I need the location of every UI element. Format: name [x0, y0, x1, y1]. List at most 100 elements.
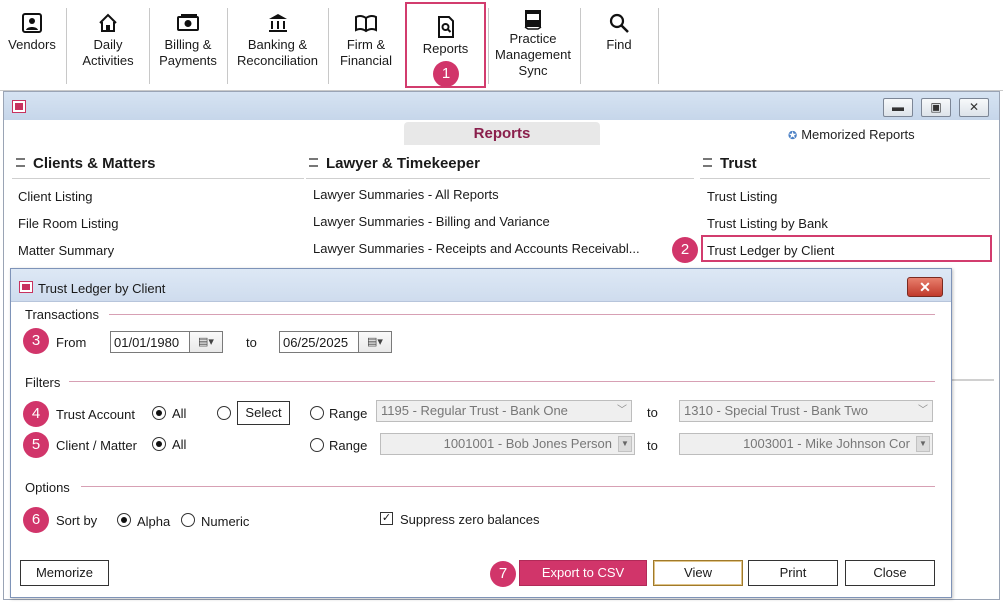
sort-alpha-radio[interactable] [117, 513, 131, 527]
clients-matters-heading: Clients & Matters [16, 155, 156, 172]
app-logo-icon [19, 281, 33, 293]
memorized-reports-link[interactable]: ✪ Memorized Reports [788, 127, 915, 142]
toolbar-separator [328, 8, 329, 84]
toolbar-billing-button[interactable]: Billing & Payments [152, 6, 224, 86]
step-badge-3: 3 [23, 328, 49, 354]
toolbar-daily-activities-button[interactable]: Daily Activities [70, 6, 146, 86]
heading-divider [700, 178, 990, 179]
client-matter-from-combo[interactable]: 1001001 - Bob Jones Person ▼ [380, 433, 635, 455]
memorize-button[interactable]: Memorize [20, 560, 109, 586]
print-button[interactable]: Print [748, 560, 838, 586]
lawyer-timekeeper-title: Lawyer & Timekeeper [326, 155, 480, 172]
toolbar-find-label: Find [606, 37, 632, 52]
step-badge-1: 1 [433, 61, 459, 87]
checkmark-icon: ✓ [381, 512, 392, 524]
close-button[interactable]: Close [845, 560, 935, 586]
reports-window-titlebar: ▬ ▣ ✕ [4, 92, 999, 120]
toolbar-practice-label: Practice Management Sync [495, 31, 571, 78]
client-matter-all-radio[interactable] [152, 437, 166, 451]
toolbar-separator [66, 8, 67, 84]
group-divider [69, 381, 935, 382]
dialog-close-button[interactable]: ✕ [907, 277, 943, 297]
chevron-down-icon: ﹀ [918, 405, 928, 416]
from-date-input[interactable]: 01/01/1980 [110, 331, 190, 353]
transactions-group-label: Transactions [25, 307, 99, 322]
trust-account-select-button[interactable]: Select [237, 401, 290, 425]
dialog-title: Trust Ledger by Client [38, 281, 166, 296]
trust-account-label: Trust Account [56, 407, 135, 422]
toolbar-firm-label: Firm & Financial [339, 37, 393, 68]
toolbar-separator [658, 8, 659, 84]
toolbar-separator [149, 8, 150, 84]
star-icon: ✪ [788, 130, 798, 142]
trust-title: Trust [720, 155, 757, 172]
heading-divider [12, 178, 304, 179]
toolbar-separator [580, 8, 581, 84]
trust-account-range-label: Range [329, 406, 368, 421]
client-range-to-label: to [647, 438, 658, 453]
to-calendar-button[interactable]: ▤▾ [358, 331, 392, 353]
trust-account-from-value: 1195 - Regular Trust - Bank One [381, 403, 568, 418]
client-matter-to-combo[interactable]: 1003001 - Mike Johnson Cor ▼ [679, 433, 933, 455]
suppress-zero-label: Suppress zero balances [400, 512, 540, 527]
toolbar-separator [488, 8, 489, 84]
sort-numeric-label: Numeric [201, 514, 250, 529]
trust-account-to-value: 1310 - Special Trust - Bank Two [684, 403, 869, 418]
from-calendar-button[interactable]: ▤▾ [189, 331, 223, 353]
sort-alpha-label: Alpha [137, 514, 171, 529]
memorized-reports-label: Memorized Reports [801, 127, 915, 142]
toolbar-vendors-button[interactable]: Vendors [4, 6, 60, 86]
dialog-titlebar: Trust Ledger by Client ✕ [11, 269, 951, 302]
filters-group-label: Filters [25, 375, 61, 390]
step-badge-4: 4 [23, 401, 49, 427]
report-trust-ledger-by-client[interactable]: Trust Ledger by Client [707, 243, 834, 258]
export-csv-button[interactable]: Export to CSV [519, 560, 647, 586]
view-button[interactable]: View [653, 560, 743, 586]
open-book-icon [355, 14, 377, 33]
calendar-dropdown-icon: ▤▾ [198, 336, 214, 348]
lawyer-timekeeper-heading: Lawyer & Timekeeper [309, 155, 480, 172]
background-divider [952, 379, 994, 381]
toolbar-find-button[interactable]: Find [584, 6, 654, 86]
reports-tab[interactable]: Reports [404, 122, 600, 145]
report-trust-listing-by-bank[interactable]: Trust Listing by Bank [707, 216, 828, 231]
report-lawyer-receipts-ar[interactable]: Lawyer Summaries - Receipts and Accounts… [313, 241, 640, 256]
toolbar-practice-sync-button[interactable]: Practice Management Sync [490, 4, 576, 84]
home-icon [99, 13, 117, 32]
trust-heading: Trust [703, 155, 757, 172]
report-lawyer-billing-variance[interactable]: Lawyer Summaries - Billing and Variance [313, 214, 550, 229]
trust-account-from-combo[interactable]: 1195 - Regular Trust - Bank One ﹀ [376, 400, 632, 422]
maximize-button[interactable]: ▣ [921, 98, 951, 117]
from-label: From [56, 335, 87, 350]
report-file-room-listing[interactable]: File Room Listing [18, 216, 118, 231]
person-card-icon [22, 13, 42, 33]
suppress-zero-checkbox[interactable]: ✓ [380, 512, 393, 525]
client-matter-range-radio[interactable] [310, 438, 324, 452]
client-matter-from-value: 1001001 - Bob Jones Person [443, 436, 612, 451]
trust-ledger-dialog: Trust Ledger by Client ✕ Transactions 3 … [10, 268, 952, 598]
trust-account-to-combo[interactable]: 1310 - Special Trust - Bank Two ﹀ [679, 400, 933, 422]
sort-numeric-radio[interactable] [181, 513, 195, 527]
trust-account-select-radio[interactable] [217, 406, 231, 420]
close-window-button[interactable]: ✕ [959, 98, 989, 117]
trust-account-all-radio[interactable] [152, 406, 166, 420]
to-date-input[interactable]: 06/25/2025 [279, 331, 359, 353]
report-search-icon [437, 16, 454, 38]
step-badge-6: 6 [23, 507, 49, 533]
client-matter-label: Client / Matter [56, 438, 137, 453]
to-label: to [246, 335, 257, 350]
toolbar-banking-button[interactable]: Banking & Reconciliation [230, 6, 325, 86]
report-client-listing[interactable]: Client Listing [18, 189, 92, 204]
list-icon [703, 158, 712, 167]
toolbar-reports-label: Reports [422, 41, 469, 56]
minimize-button[interactable]: ▬ [883, 98, 913, 117]
practice-management-icon [524, 10, 542, 30]
report-matter-summary[interactable]: Matter Summary [18, 243, 114, 258]
trust-account-range-radio[interactable] [310, 406, 324, 420]
step-badge-5: 5 [23, 432, 49, 458]
toolbar-firm-button[interactable]: Firm & Financial [332, 6, 400, 86]
app-logo-icon [12, 100, 26, 113]
report-trust-listing[interactable]: Trust Listing [707, 189, 777, 204]
search-icon [609, 13, 629, 33]
report-lawyer-summaries-all[interactable]: Lawyer Summaries - All Reports [313, 187, 499, 202]
